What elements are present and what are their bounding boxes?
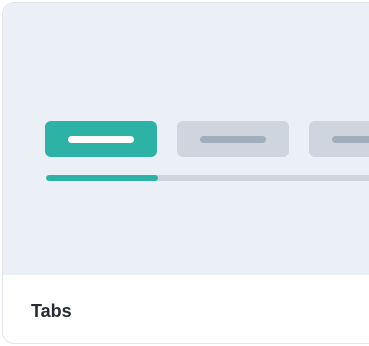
preview-tab-inactive — [309, 121, 369, 157]
component-card[interactable]: Tabs — [2, 2, 369, 344]
card-title: Tabs — [31, 301, 72, 321]
tabs-preview — [3, 3, 369, 275]
preview-tab-inactive — [177, 121, 289, 157]
tab-label-placeholder — [332, 136, 369, 143]
tab-indicator-fill — [46, 175, 159, 181]
tab-label-placeholder — [200, 136, 266, 143]
tab-indicator-track — [46, 175, 369, 181]
tab-label-placeholder — [68, 136, 134, 143]
preview-tab-active — [45, 121, 157, 157]
card-footer: Tabs — [3, 275, 369, 343]
